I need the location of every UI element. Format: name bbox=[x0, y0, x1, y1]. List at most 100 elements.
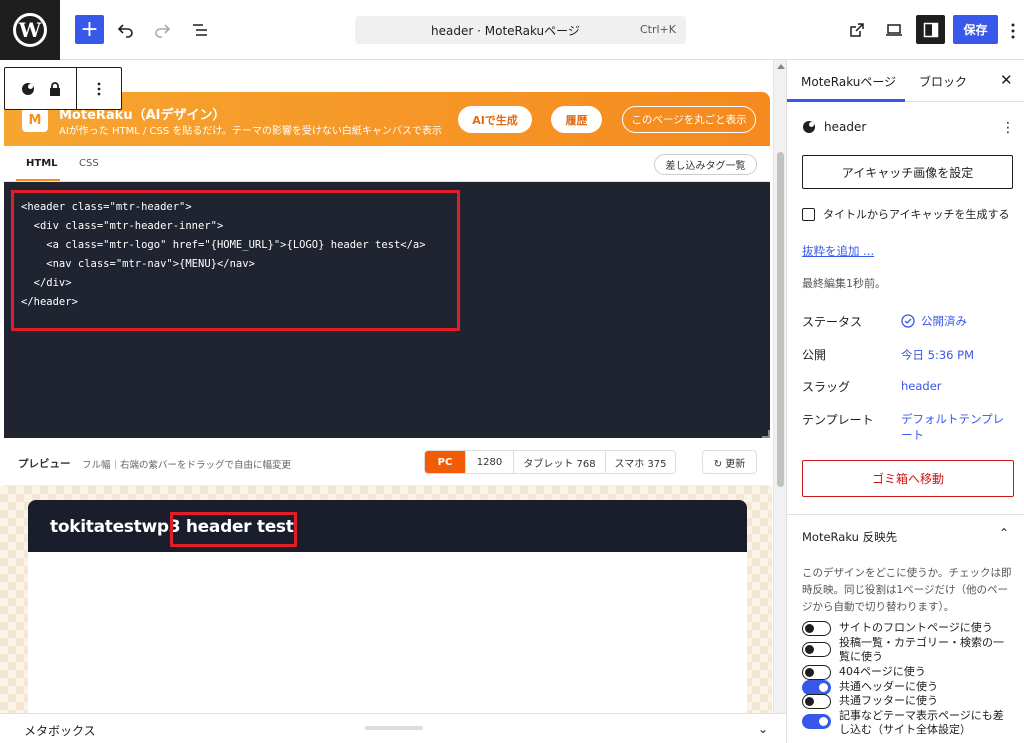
toggle-insert-theme-pages[interactable]: 記事などテーマ表示ページにも差し込む（サイト全体設定） bbox=[802, 709, 1012, 737]
preview-device-button[interactable] bbox=[879, 15, 909, 45]
tab-page[interactable]: MoteRakuページ bbox=[801, 73, 896, 90]
slug-label: スラッグ bbox=[802, 380, 851, 394]
moteraku-page-icon bbox=[803, 121, 815, 133]
size-option-1280[interactable]: 1280 bbox=[465, 451, 513, 473]
publish-label: 公開 bbox=[802, 348, 827, 362]
set-featured-image-button[interactable]: アイキャッチ画像を設定 bbox=[802, 155, 1013, 189]
active-tab-indicator bbox=[16, 179, 60, 181]
moteraku-block-icon bbox=[21, 82, 34, 95]
section-divider bbox=[787, 514, 1024, 515]
history-button[interactable]: 履歴 bbox=[551, 106, 602, 133]
kebab-icon bbox=[97, 82, 101, 95]
full-page-view-button[interactable]: このページを丸ごと表示 bbox=[622, 106, 756, 133]
sidebar-panel-icon bbox=[923, 22, 938, 37]
undo-icon bbox=[117, 24, 133, 38]
size-option-phone[interactable]: スマホ 375 bbox=[605, 451, 675, 473]
toggle-label: 404ページに使う bbox=[839, 665, 926, 678]
tab-block[interactable]: ブロック bbox=[919, 73, 967, 90]
undo-button[interactable] bbox=[111, 15, 141, 45]
block-options-button[interactable] bbox=[77, 68, 121, 109]
save-button[interactable]: 保存 bbox=[953, 15, 998, 44]
size-option-tablet[interactable]: タブレット 768 bbox=[513, 451, 605, 473]
toggle-switch[interactable] bbox=[802, 714, 831, 729]
toggle-switch[interactable] bbox=[802, 665, 831, 680]
list-view-icon bbox=[193, 24, 207, 36]
preview-size-selector: PC 1280 タブレット 768 スマホ 375 bbox=[424, 450, 676, 474]
toggle-switch[interactable] bbox=[802, 621, 831, 636]
settings-panel-toggle[interactable] bbox=[916, 15, 945, 44]
post-summary: header bbox=[802, 120, 866, 134]
status-value[interactable]: 公開済み bbox=[901, 313, 967, 329]
toggle-404[interactable]: 404ページに使う bbox=[802, 665, 926, 680]
active-tab-indicator bbox=[787, 99, 905, 102]
metabox-resize-handle[interactable] bbox=[365, 726, 423, 730]
block-type-group[interactable] bbox=[5, 68, 77, 109]
post-actions-button[interactable]: ⋮ bbox=[1001, 120, 1015, 136]
top-toolbar: W + header · MoteRakuページ Ctrl+K 保存 bbox=[0, 0, 1024, 60]
post-name: header bbox=[824, 120, 867, 134]
add-block-button[interactable]: + bbox=[75, 15, 104, 44]
toggle-label: サイトのフロントページに使う bbox=[839, 621, 993, 634]
insert-tag-list-button[interactable]: 差し込みタグ一覧 bbox=[654, 154, 757, 175]
wordpress-icon: W bbox=[13, 13, 47, 47]
slug-value[interactable]: header bbox=[901, 379, 942, 393]
logo-site-name: tokitatestwp3 bbox=[50, 517, 181, 537]
status-label: ステータス bbox=[802, 315, 863, 329]
command-palette-bar[interactable]: header · MoteRakuページ Ctrl+K bbox=[355, 16, 686, 44]
toggle-label: 記事などテーマ表示ページにも差し込む（サイト全体設定） bbox=[839, 709, 1004, 736]
scroll-thumb[interactable] bbox=[777, 152, 784, 487]
toggle-switch[interactable] bbox=[802, 694, 831, 709]
metabox-label: メタボックス bbox=[24, 724, 96, 738]
document-title: header · MoteRakuページ bbox=[431, 24, 580, 38]
size-option-pc[interactable]: PC bbox=[425, 451, 465, 473]
add-excerpt-link[interactable]: 抜粋を追加 ... bbox=[802, 243, 874, 259]
toggle-archive[interactable]: 投稿一覧・カテゴリー・検索の一覧に使う bbox=[802, 636, 1012, 664]
wordpress-logo-button[interactable]: W bbox=[0, 0, 60, 60]
redo-icon bbox=[155, 24, 171, 38]
moteraku-target-section-title[interactable]: MoteRaku 反映先 bbox=[802, 529, 897, 545]
shortcut-hint: Ctrl+K bbox=[639, 23, 676, 36]
kebab-icon bbox=[1011, 23, 1015, 39]
plugin-description: AIが作った HTML / CSS を貼るだけ。テーマの影響を受けない白紙キャン… bbox=[59, 126, 442, 137]
editor-resize-handle[interactable] bbox=[762, 430, 770, 438]
options-button[interactable] bbox=[1006, 22, 1020, 40]
toggle-front-page[interactable]: サイトのフロントページに使う bbox=[802, 621, 993, 636]
view-page-button[interactable] bbox=[842, 15, 872, 45]
chevron-down-icon[interactable]: ⌄ bbox=[758, 722, 768, 736]
close-icon[interactable]: ✕ bbox=[1000, 71, 1013, 89]
chevron-up-icon[interactable]: ⌃ bbox=[999, 526, 1009, 540]
highlight-annotation-code bbox=[11, 190, 460, 331]
move-to-trash-button[interactable]: ゴミ箱へ移動 bbox=[802, 460, 1014, 497]
toggle-label: 共通フッターに使う bbox=[839, 694, 938, 707]
scroll-up-arrow[interactable] bbox=[777, 64, 785, 69]
moteraku-logo: M bbox=[22, 108, 48, 132]
preview-label: プレビュー bbox=[18, 458, 71, 470]
toggle-switch[interactable] bbox=[802, 642, 831, 657]
preview-frame: tokitatestwp3 header test bbox=[28, 500, 747, 713]
toggle-label: 投稿一覧・カテゴリー・検索の一覧に使う bbox=[839, 636, 1004, 663]
tab-css[interactable]: CSS bbox=[79, 158, 99, 169]
template-value[interactable]: デフォルトテンプレート bbox=[901, 411, 1011, 443]
redo-button[interactable] bbox=[147, 15, 177, 45]
settings-sidebar: MoteRakuページ ブロック ✕ header ⋮ アイキャッチ画像を設定 … bbox=[786, 60, 1024, 743]
generate-featured-checkbox[interactable]: タイトルからアイキャッチを生成する bbox=[802, 206, 1009, 222]
toggle-switch[interactable] bbox=[802, 680, 831, 695]
sidebar-tabs: MoteRakuページ ブロック ✕ bbox=[787, 60, 1024, 102]
lock-icon bbox=[49, 81, 60, 96]
toggle-common-footer[interactable]: 共通フッターに使う bbox=[802, 694, 938, 709]
toggle-label: 共通ヘッダーに使う bbox=[839, 680, 938, 693]
preview-site-header: tokitatestwp3 header test bbox=[28, 500, 747, 552]
tab-html[interactable]: HTML bbox=[26, 158, 58, 169]
document-overview-button[interactable] bbox=[185, 15, 215, 45]
publish-date-value[interactable]: 今日 5:36 PM bbox=[901, 347, 974, 363]
code-tabs: HTML CSS 差し込みタグ一覧 bbox=[4, 146, 770, 182]
template-label: テンプレート bbox=[802, 413, 874, 427]
ai-generate-button[interactable]: AIで生成 bbox=[458, 106, 532, 133]
editor-scrollbar[interactable] bbox=[773, 60, 786, 713]
preview-controls: プレビュー フル幅｜右端の紫バーをドラッグで自由に幅変更 PC 1280 タブレ… bbox=[4, 438, 770, 486]
toggle-common-header[interactable]: 共通ヘッダーに使う bbox=[802, 680, 938, 695]
block-toolbar bbox=[4, 67, 122, 110]
refresh-preview-button[interactable]: ↻ 更新 bbox=[702, 450, 757, 474]
metabox-bar: メタボックス ⌄ bbox=[0, 713, 786, 743]
checkbox[interactable] bbox=[802, 207, 815, 221]
